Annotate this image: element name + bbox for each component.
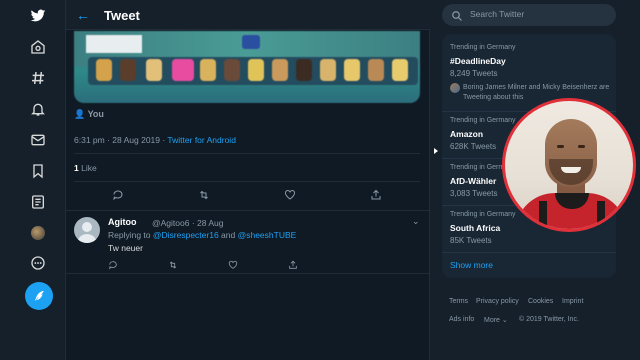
avatar[interactable]: [74, 217, 100, 243]
copyright: © 2019 Twitter, Inc.: [519, 316, 579, 323]
trend-thumbnail: [450, 83, 460, 93]
reply-tweet[interactable]: Agitoo @Agitoo6 · 28 Aug ⌄ Replying to @…: [66, 210, 430, 274]
audience-you-label: 👤 You: [74, 109, 104, 119]
notifications-bell-icon[interactable]: [26, 97, 50, 121]
tweet-header: ← Tweet: [66, 0, 430, 30]
footer-link-ads[interactable]: Ads info: [449, 316, 474, 323]
mention-link[interactable]: @sheeshTUBE: [238, 230, 297, 240]
left-navigation: [0, 0, 66, 360]
like-heart-icon[interactable]: [228, 257, 242, 271]
reply-icon[interactable]: [108, 257, 122, 271]
divider: [442, 252, 616, 253]
reply-author-handle: @Agitoo6 · 28 Aug: [152, 218, 224, 228]
home-icon[interactable]: [26, 35, 50, 59]
search-input[interactable]: [470, 9, 610, 19]
tweet-media-image[interactable]: [74, 31, 420, 103]
reply-author-name[interactable]: Agitoo: [108, 217, 137, 227]
arrow-left-icon[interactable]: ←: [76, 8, 90, 22]
profile-avatar-icon[interactable]: [26, 221, 50, 245]
share-icon[interactable]: [288, 257, 302, 271]
divider: [74, 181, 420, 182]
main-column: ← Tweet: [66, 0, 430, 360]
source-link[interactable]: Twitter for Android: [167, 135, 236, 145]
bookmarks-icon[interactable]: [26, 159, 50, 183]
more-circle-icon[interactable]: [26, 251, 50, 275]
twitter-logo-icon[interactable]: [26, 4, 50, 28]
page-title: Tweet: [104, 8, 140, 23]
footer-link-terms[interactable]: Terms: [449, 298, 468, 305]
compose-tweet-button[interactable]: [25, 282, 53, 310]
mouse-cursor: [434, 148, 438, 154]
chevron-down-icon[interactable]: ⌄: [412, 216, 420, 227]
search-box[interactable]: [442, 4, 616, 26]
divider: [74, 153, 420, 154]
retweet-icon[interactable]: [168, 257, 182, 271]
footer-link-imprint[interactable]: Imprint: [562, 298, 583, 305]
lists-icon[interactable]: [26, 190, 50, 214]
reply-icon[interactable]: [112, 188, 126, 202]
mention-link[interactable]: @Disrespecter16: [153, 230, 219, 240]
messages-envelope-icon[interactable]: [26, 128, 50, 152]
likes-count[interactable]: 1 Like: [74, 163, 97, 173]
footer-more-menu[interactable]: More ⌄: [484, 316, 508, 324]
retweet-icon[interactable]: [198, 188, 212, 202]
reply-text: Tw neuer: [108, 243, 143, 253]
share-icon[interactable]: [370, 188, 384, 202]
compose-feather-icon: [34, 290, 44, 301]
search-icon: [451, 9, 463, 21]
tweet-timestamp: 6:31 pm · 28 Aug 2019 · Twitter for Andr…: [74, 135, 236, 145]
replying-to: Replying to @Disrespecter16 and @sheeshT…: [108, 230, 297, 240]
tweet-actions: [74, 188, 420, 204]
like-heart-icon[interactable]: [284, 188, 298, 202]
footer-link-cookies[interactable]: Cookies: [528, 298, 553, 305]
webcam-overlay: [502, 98, 636, 232]
reply-actions: [108, 257, 408, 271]
footer-link-privacy[interactable]: Privacy policy: [476, 298, 519, 305]
explore-hashtag-icon[interactable]: [26, 66, 50, 90]
person-icon: 👤: [74, 109, 86, 119]
show-more-link[interactable]: Show more: [450, 260, 493, 270]
